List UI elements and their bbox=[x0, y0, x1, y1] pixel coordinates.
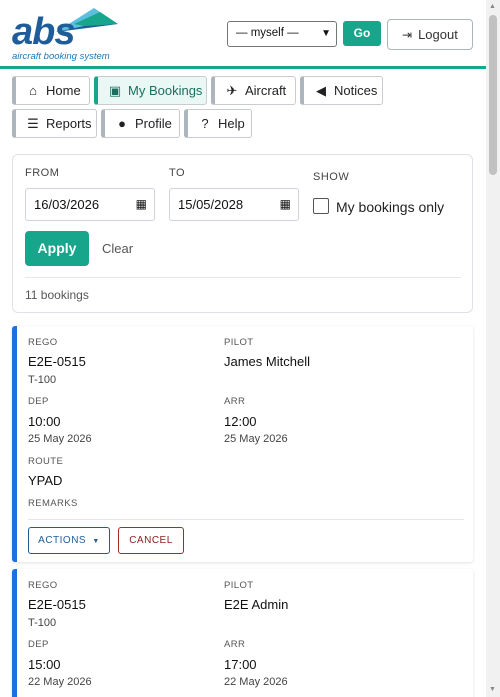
booking-divider bbox=[28, 519, 464, 520]
nav-notices[interactable]: ◀ Notices bbox=[300, 76, 383, 105]
caret-down-icon: ▼ bbox=[92, 538, 100, 545]
user-select[interactable]: — myself — ▼ bbox=[227, 21, 337, 47]
cancel-booking-button[interactable]: CANCEL bbox=[118, 527, 184, 554]
dep-time: 10:00 bbox=[28, 414, 61, 429]
from-label: FROM bbox=[25, 167, 60, 179]
booking-card: REGO E2E-0515 T-100 PILOT James Mitchell… bbox=[12, 326, 473, 562]
booking-count: 11 bookings bbox=[25, 288, 89, 302]
megaphone-icon: ◀ bbox=[316, 83, 326, 98]
nav-reports[interactable]: ☰ Reports bbox=[12, 109, 97, 138]
route-label: ROUTE bbox=[28, 456, 64, 467]
nav-reports-label: Reports bbox=[46, 116, 92, 131]
pilot-value: James Mitchell bbox=[224, 354, 310, 369]
scroll-down-icon[interactable]: ▼ bbox=[489, 686, 496, 693]
arr-label: ARR bbox=[224, 639, 246, 650]
from-date-value: 16/03/2026 bbox=[34, 197, 100, 212]
actions-label: ACTIONS bbox=[38, 535, 87, 546]
scroll-up-icon[interactable]: ▲ bbox=[489, 3, 496, 10]
nav-notices-label: Notices bbox=[334, 83, 378, 98]
actions-dropdown-button[interactable]: ACTIONS ▼ bbox=[28, 527, 110, 554]
pilot-label: PILOT bbox=[224, 580, 254, 591]
dep-label: DEP bbox=[28, 639, 49, 650]
nav-home[interactable]: ⌂ Home bbox=[12, 76, 90, 105]
filter-divider bbox=[25, 277, 461, 278]
rego-value: E2E-0515 bbox=[28, 354, 86, 369]
logo-text: abs bbox=[12, 11, 75, 53]
abs-logo[interactable]: abs aircraft booking system bbox=[10, 4, 120, 64]
my-bookings-only-checkbox[interactable] bbox=[313, 198, 329, 214]
nav-help-label: Help bbox=[218, 116, 245, 131]
arr-time: 17:00 bbox=[224, 657, 257, 672]
booking-card: REGO E2E-0515 T-100 PILOT E2E Admin DEP … bbox=[12, 569, 473, 697]
go-button[interactable]: Go bbox=[343, 21, 381, 46]
dep-date: 25 May 2026 bbox=[28, 433, 92, 445]
aircraft-type: T-100 bbox=[28, 374, 57, 386]
nav-profile-label: Profile bbox=[135, 116, 172, 131]
arr-label: ARR bbox=[224, 396, 246, 407]
header-divider bbox=[0, 66, 486, 69]
aircraft-type: T-100 bbox=[28, 617, 57, 629]
nav-my-bookings-label: My Bookings bbox=[128, 83, 203, 98]
to-date-value: 15/05/2028 bbox=[178, 197, 244, 212]
arr-date: 22 May 2026 bbox=[224, 676, 288, 688]
pilot-value: E2E Admin bbox=[224, 597, 289, 612]
page-scrollbar[interactable]: ▲ ▼ bbox=[486, 0, 500, 697]
my-bookings-only-label[interactable]: My bookings only bbox=[336, 199, 444, 215]
apply-button[interactable]: Apply bbox=[25, 231, 89, 266]
dep-label: DEP bbox=[28, 396, 49, 407]
calendar-icon[interactable]: ▦ bbox=[136, 189, 147, 220]
filter-card: FROM 16/03/2026 ▦ TO 15/05/2028 ▦ SHOW M… bbox=[12, 154, 473, 313]
logout-icon: ⇥ bbox=[402, 28, 413, 42]
plane-icon: ✈ bbox=[226, 83, 238, 98]
logout-button[interactable]: ⇥ Logout bbox=[387, 19, 473, 50]
question-circle-icon: ? bbox=[201, 116, 209, 131]
logout-label: Logout bbox=[418, 27, 458, 42]
arr-date: 25 May 2026 bbox=[224, 433, 288, 445]
clear-button[interactable]: Clear bbox=[102, 241, 133, 256]
list-icon: ☰ bbox=[27, 116, 39, 131]
nav-aircraft[interactable]: ✈ Aircraft bbox=[211, 76, 296, 105]
logo-tagline: aircraft booking system bbox=[12, 51, 110, 62]
route-value: YPAD bbox=[28, 473, 63, 488]
to-date-input[interactable]: 15/05/2028 ▦ bbox=[169, 188, 299, 221]
pilot-label: PILOT bbox=[224, 337, 254, 348]
app-header: abs aircraft booking system — myself — ▼… bbox=[0, 0, 486, 68]
remarks-label: REMARKS bbox=[28, 498, 78, 509]
calendar-icon[interactable]: ▦ bbox=[280, 189, 291, 220]
nav-aircraft-label: Aircraft bbox=[245, 83, 287, 98]
dep-time: 15:00 bbox=[28, 657, 61, 672]
rego-label: REGO bbox=[28, 337, 58, 348]
show-label: SHOW bbox=[313, 171, 350, 183]
to-label: TO bbox=[169, 167, 186, 179]
home-icon: ⌂ bbox=[29, 83, 37, 98]
chevron-down-icon: ▼ bbox=[321, 28, 331, 39]
nav-my-bookings[interactable]: ▣ My Bookings bbox=[94, 76, 207, 105]
scroll-thumb[interactable] bbox=[489, 15, 497, 175]
user-select-value: — myself — bbox=[236, 27, 299, 39]
nav-help[interactable]: ? Help bbox=[184, 109, 252, 138]
from-date-input[interactable]: 16/03/2026 ▦ bbox=[25, 188, 155, 221]
rego-label: REGO bbox=[28, 580, 58, 591]
nav-profile[interactable]: ● Profile bbox=[101, 109, 180, 138]
arr-time: 12:00 bbox=[224, 414, 257, 429]
calendar-check-icon: ▣ bbox=[108, 83, 122, 98]
rego-value: E2E-0515 bbox=[28, 597, 86, 612]
nav-home-label: Home bbox=[46, 83, 81, 98]
user-circle-icon: ● bbox=[118, 116, 126, 131]
dep-date: 22 May 2026 bbox=[28, 676, 92, 688]
